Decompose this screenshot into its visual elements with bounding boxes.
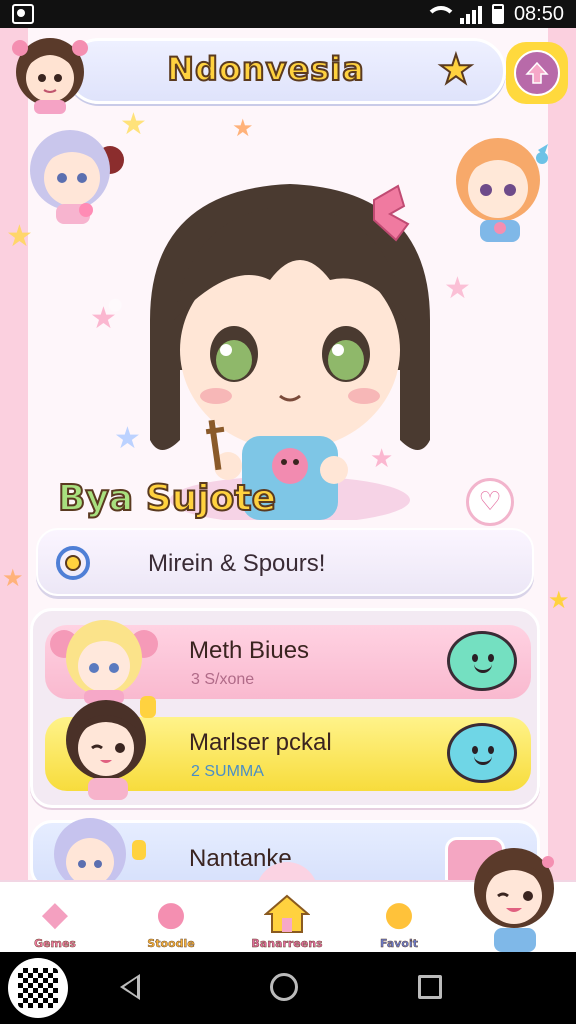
recent-apps-button[interactable] <box>418 975 442 999</box>
tab-stoodle[interactable]: ● Stoodle <box>116 882 226 954</box>
avatar[interactable] <box>4 28 96 114</box>
star-icon: ★ <box>548 586 570 614</box>
bear-icon: ● <box>156 894 186 934</box>
chat-bubble-icon[interactable] <box>447 631 517 691</box>
avatar[interactable] <box>460 840 570 952</box>
star-icon: ★ <box>232 114 254 142</box>
avatar[interactable] <box>44 614 164 704</box>
avatar[interactable] <box>48 692 166 800</box>
game-icon: ◆ <box>41 894 69 934</box>
star-icon: ★ <box>6 219 33 254</box>
list-item-title: Meth Biues <box>189 637 310 664</box>
notification-icon <box>12 4 34 24</box>
tab-home[interactable]: Banarreens <box>232 882 342 954</box>
chat-bubble-icon[interactable] <box>447 723 517 783</box>
avatar[interactable] <box>16 118 126 226</box>
avatar[interactable] <box>36 810 146 890</box>
battery-icon <box>491 4 504 24</box>
heart-icon: ♡ <box>478 487 502 517</box>
star-icon: ★ <box>90 301 117 336</box>
wifi-icon <box>424 4 457 24</box>
list-item-title: Marlser pckal <box>189 729 332 756</box>
upload-arrow-icon <box>514 50 560 96</box>
message-card[interactable]: Mirein & Spours! <box>36 528 534 596</box>
message-text: Mirein & Spours! <box>148 550 326 577</box>
list-item-subtitle: 2 SUMMA <box>191 763 264 780</box>
signal-icon <box>459 4 482 24</box>
avatar[interactable] <box>438 124 556 244</box>
status-time: 08:50 <box>513 2 564 25</box>
upload-button[interactable] <box>506 42 568 104</box>
app-title: Ndonvesia <box>166 49 365 89</box>
tab-games[interactable]: ◆ Gemes <box>0 882 110 954</box>
favorite-button[interactable]: ♡ <box>466 478 514 526</box>
target-icon <box>56 546 90 580</box>
system-nav-bar <box>0 952 576 1024</box>
status-bar: 08:50 <box>0 0 576 28</box>
section-title: Bya Sujote <box>57 477 277 520</box>
home-icon <box>261 891 313 937</box>
chick-icon: ● <box>384 894 414 934</box>
list-item-subtitle: 3 S/xone <box>191 671 255 688</box>
star-icon: ★ <box>2 564 24 592</box>
hero-character <box>130 170 450 524</box>
back-button[interactable] <box>120 974 140 1000</box>
home-button[interactable] <box>270 973 298 1001</box>
tab-favorite[interactable]: ● Favoit <box>344 882 454 954</box>
star-icon: ★ <box>437 47 475 93</box>
app-badge-icon[interactable] <box>8 958 68 1018</box>
